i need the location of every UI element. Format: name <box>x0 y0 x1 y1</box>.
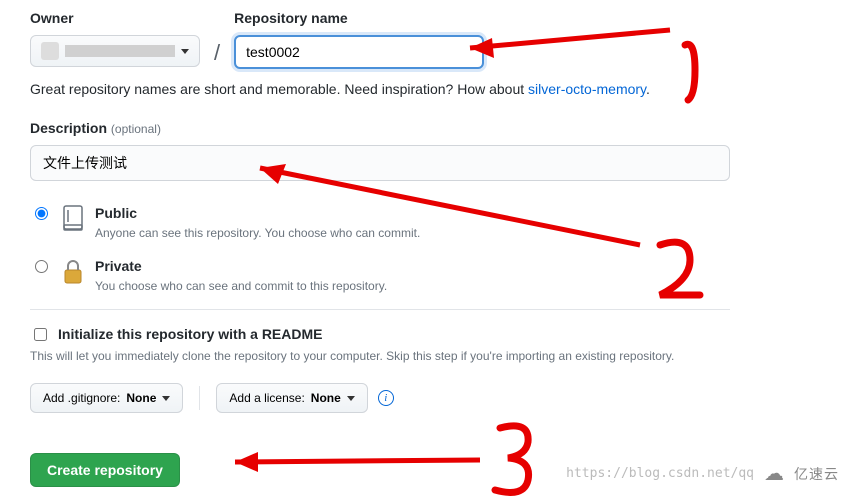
divider <box>30 309 730 310</box>
chevron-down-icon <box>181 49 189 54</box>
slash-separator: / <box>214 36 220 69</box>
private-desc: You choose who can see and commit to thi… <box>95 277 387 295</box>
divider-vertical <box>199 386 200 410</box>
chevron-down-icon <box>347 396 355 401</box>
owner-dropdown[interactable] <box>30 35 200 67</box>
repo-icon <box>61 205 85 233</box>
owner-avatar <box>41 42 59 60</box>
description-label: Description (optional) <box>30 118 837 139</box>
repo-name-input[interactable] <box>234 35 484 69</box>
lock-icon <box>61 258 85 286</box>
suggested-name-link[interactable]: silver-octo-memory <box>528 81 646 97</box>
repo-name-label: Repository name <box>234 8 484 29</box>
private-title: Private <box>95 256 387 277</box>
license-dropdown[interactable]: Add a license: None <box>216 383 367 413</box>
chevron-down-icon <box>162 396 170 401</box>
gitignore-dropdown[interactable]: Add .gitignore: None <box>30 383 183 413</box>
public-title: Public <box>95 203 420 224</box>
repo-name-hint: Great repository names are short and mem… <box>30 79 837 100</box>
owner-label: Owner <box>30 8 200 29</box>
description-input[interactable] <box>30 145 730 181</box>
watermark: https://blog.csdn.net/qq ☁ 亿速云 <box>566 459 839 489</box>
public-radio[interactable] <box>35 207 48 220</box>
public-desc: Anyone can see this repository. You choo… <box>95 224 420 242</box>
cloud-icon: ☁ <box>764 459 784 489</box>
init-readme-checkbox[interactable] <box>34 328 47 341</box>
info-icon[interactable]: i <box>378 390 394 406</box>
private-radio[interactable] <box>35 260 48 273</box>
init-readme-desc: This will let you immediately clone the … <box>30 347 837 365</box>
init-readme-label: Initialize this repository with a README <box>58 324 322 345</box>
create-repository-button[interactable]: Create repository <box>30 453 180 487</box>
owner-name-redacted <box>65 45 175 57</box>
